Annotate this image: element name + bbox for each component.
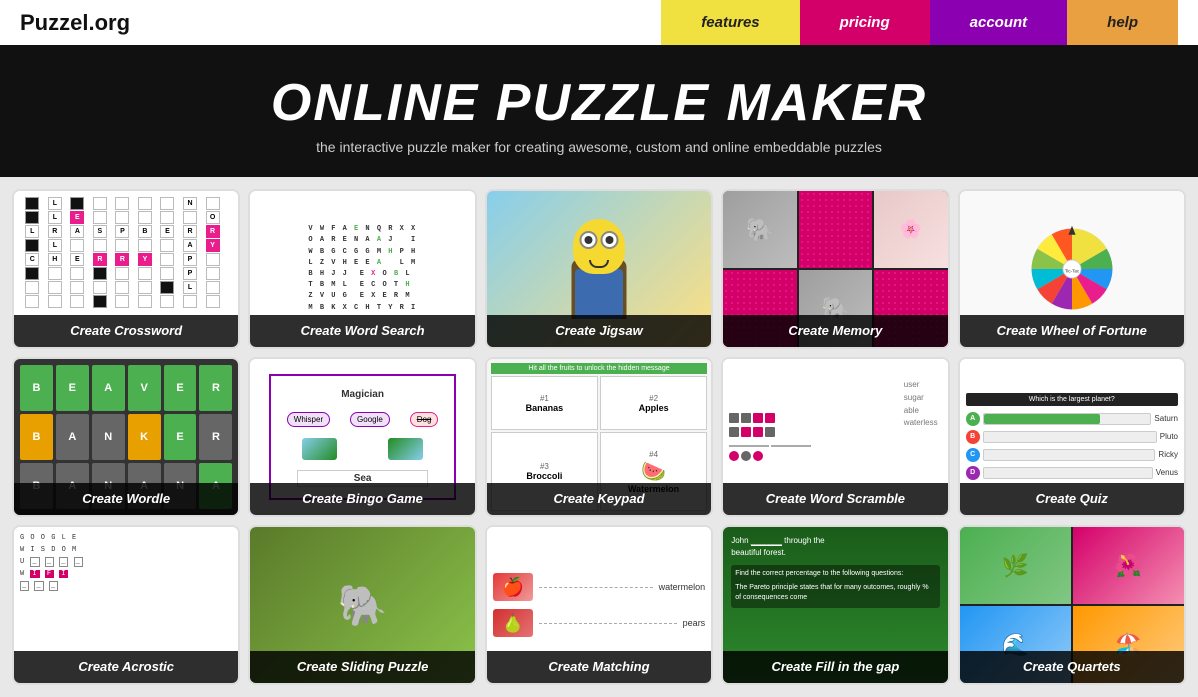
- puzzle-card-jigsaw[interactable]: Create Jigsaw: [485, 189, 713, 349]
- wheel-svg: Tic-Tac: [1027, 224, 1117, 314]
- puzzle-card-wordle[interactable]: B E A V E R B A N K E R B A N A N A Crea…: [12, 357, 240, 517]
- keypad-label: Create Keypad: [487, 483, 711, 515]
- hero-section: ONLINE PUZZLE MAKER the interactive puzz…: [0, 45, 1198, 177]
- puzzle-card-wordscramble[interactable]: usersugarablewaterless Create Word Scram…: [721, 357, 949, 517]
- puzzle-card-keypad[interactable]: Hit all the fruits to unlock the hidden …: [485, 357, 713, 517]
- puzzle-card-crossword[interactable]: L N L E O: [12, 189, 240, 349]
- puzzle-card-quiz[interactable]: Which is the largest planet? A Saturn B …: [958, 357, 1186, 517]
- header: Puzzel.org features pricing account help: [0, 0, 1198, 45]
- nav-help[interactable]: help: [1067, 0, 1178, 45]
- acrostic-label: Create Acrostic: [14, 651, 238, 683]
- jigsaw-label: Create Jigsaw: [487, 315, 711, 347]
- puzzle-card-matching[interactable]: 🍎 watermelon 🍐 pears Create Matching: [485, 525, 713, 685]
- puzzle-card-wordsearch[interactable]: V W F A E N Q R X X O A R E N A A J I W …: [248, 189, 476, 349]
- fillgap-label: Create Fill in the gap: [723, 651, 947, 683]
- quartets-label: Create Quartets: [960, 651, 1184, 683]
- nav-pricing[interactable]: pricing: [800, 0, 930, 45]
- hero-subtitle: the interactive puzzle maker for creatin…: [20, 139, 1178, 155]
- puzzle-card-quartets[interactable]: 🌿 🌺 🌊 🏖️ Create Quartets: [958, 525, 1186, 685]
- puzzle-card-memory[interactable]: 🐘 🌸 🐘 Create Memory: [721, 189, 949, 349]
- logo[interactable]: Puzzel.org: [20, 10, 130, 36]
- wordscramble-label: Create Word Scramble: [723, 483, 947, 515]
- puzzle-card-wheel[interactable]: Tic-Tac Create Wheel of Fortune: [958, 189, 1186, 349]
- wordsearch-label: Create Word Search: [250, 315, 474, 347]
- puzzle-card-sliding[interactable]: 🐘 Create Sliding Puzzle: [248, 525, 476, 685]
- wheel-label: Create Wheel of Fortune: [960, 315, 1184, 347]
- nav-account[interactable]: account: [930, 0, 1068, 45]
- memory-label: Create Memory: [723, 315, 947, 347]
- quiz-label: Create Quiz: [960, 483, 1184, 515]
- puzzle-card-acrostic[interactable]: G O O G L E W I S D O M U _ _ _ _ W I F …: [12, 525, 240, 685]
- matching-label: Create Matching: [487, 651, 711, 683]
- bingo-label: Create Bingo Game: [250, 483, 474, 515]
- svg-text:Tic-Tac: Tic-Tac: [1065, 269, 1080, 274]
- crossword-label: Create Crossword: [14, 315, 238, 347]
- puzzle-grid: L N L E O: [0, 177, 1198, 697]
- main-nav: features pricing account help: [661, 0, 1178, 45]
- puzzle-card-bingo[interactable]: Magician Whisper Google Dog Sea Create B…: [248, 357, 476, 517]
- puzzle-card-fillgap[interactable]: John _______ through the beautiful fores…: [721, 525, 949, 685]
- hero-title: ONLINE PUZZLE MAKER: [20, 73, 1178, 133]
- wordle-label: Create Wordle: [14, 483, 238, 515]
- nav-features[interactable]: features: [661, 0, 799, 45]
- sliding-label: Create Sliding Puzzle: [250, 651, 474, 683]
